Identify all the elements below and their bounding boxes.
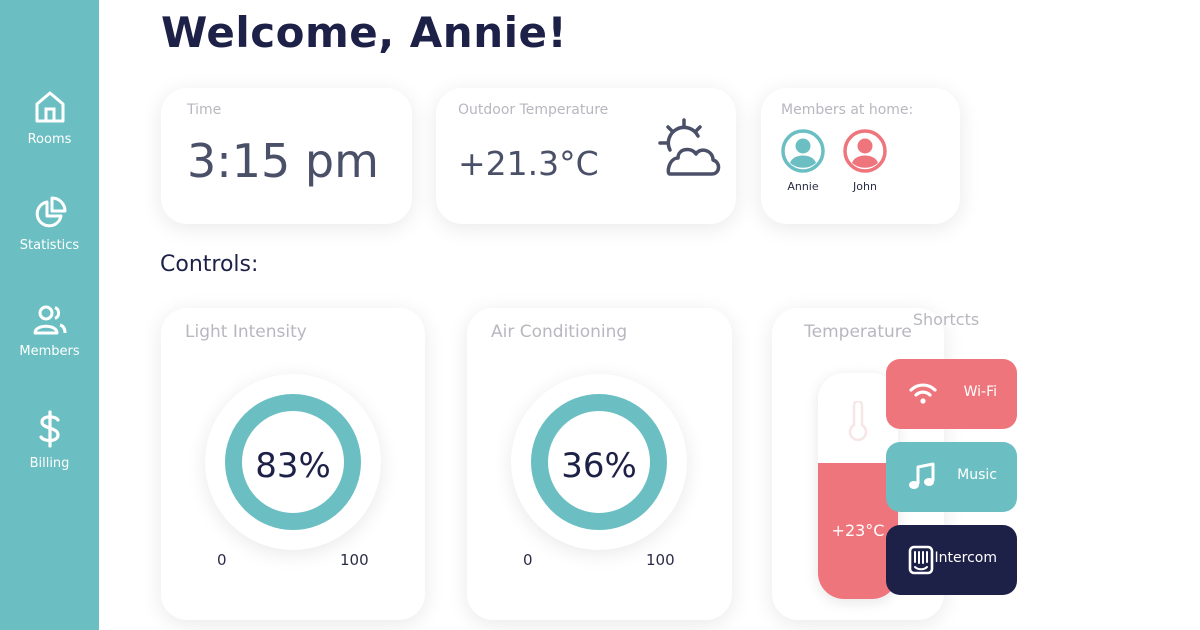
temperature-value: +23°C <box>831 521 885 540</box>
member-name: Annie <box>787 180 819 193</box>
pie-chart-icon <box>35 196 66 228</box>
member-john[interactable]: John <box>835 128 895 193</box>
music-shortcut-label: Music <box>957 467 997 483</box>
light-intensity-label: Light Intensity <box>185 322 307 342</box>
outdoor-temperature-label: Outdoor Temperature <box>458 102 609 118</box>
wifi-shortcut-button[interactable]: Wi-Fi <box>886 359 1017 429</box>
partly-cloudy-icon <box>658 118 721 176</box>
thermometer-icon <box>848 401 868 441</box>
intercom-shortcut-label: Intercom <box>934 550 997 566</box>
outdoor-temperature-card: Outdoor Temperature +21.3°C <box>436 88 736 224</box>
member-annie[interactable]: Annie <box>773 128 833 193</box>
sidebar-item-label: Members <box>19 344 80 359</box>
air-conditioning-label: Air Conditioning <box>491 322 628 342</box>
avatar-icon <box>843 129 887 173</box>
members-card: Members at home: Annie John <box>761 88 960 224</box>
air-conditioning-dial[interactable]: 36% <box>511 374 687 550</box>
shortcuts-title: Shortcts <box>912 310 980 329</box>
time-label: Time <box>187 102 222 118</box>
time-value: 3:15 pm <box>187 134 379 188</box>
scale-min: 0 <box>523 551 533 569</box>
outdoor-temperature-value: +21.3°C <box>458 144 599 183</box>
air-conditioning-value: 36% <box>561 446 637 486</box>
time-card: Time 3:15 pm <box>161 88 412 224</box>
avatar-icon <box>781 129 825 173</box>
members-label: Members at home: <box>781 102 914 118</box>
dashboard-main: Welcome, Annie! Time 3:15 pm Outdoor Tem… <box>99 0 1200 630</box>
home-icon <box>35 91 64 123</box>
scale-max: 100 <box>340 551 369 569</box>
sidebar: Rooms Statistics Members Billing <box>0 0 99 630</box>
sidebar-item-billing[interactable]: Billing <box>0 410 99 471</box>
light-intensity-card: Light Intensity 83% 0 100 <box>161 308 425 620</box>
sidebar-item-members[interactable]: Members <box>0 304 99 359</box>
sidebar-item-rooms[interactable]: Rooms <box>0 90 99 147</box>
music-shortcut-button[interactable]: Music <box>886 442 1017 512</box>
dollar-icon <box>38 410 60 448</box>
scale-max: 100 <box>646 551 675 569</box>
light-intensity-dial[interactable]: 83% <box>205 374 381 550</box>
air-conditioning-card: Air Conditioning 36% 0 100 <box>467 308 732 620</box>
sidebar-item-label: Rooms <box>27 132 72 147</box>
wifi-shortcut-label: Wi-Fi <box>963 384 997 400</box>
sidebar-item-label: Statistics <box>19 238 80 253</box>
controls-heading: Controls: <box>160 252 259 277</box>
scale-min: 0 <box>217 551 227 569</box>
intercom-shortcut-button[interactable]: Intercom <box>886 525 1017 595</box>
light-intensity-value: 83% <box>255 446 331 486</box>
sidebar-item-label: Billing <box>29 456 70 471</box>
sidebar-item-statistics[interactable]: Statistics <box>0 196 99 253</box>
page-title: Welcome, Annie! <box>161 8 568 57</box>
users-icon <box>33 305 66 335</box>
member-name: John <box>853 180 877 193</box>
